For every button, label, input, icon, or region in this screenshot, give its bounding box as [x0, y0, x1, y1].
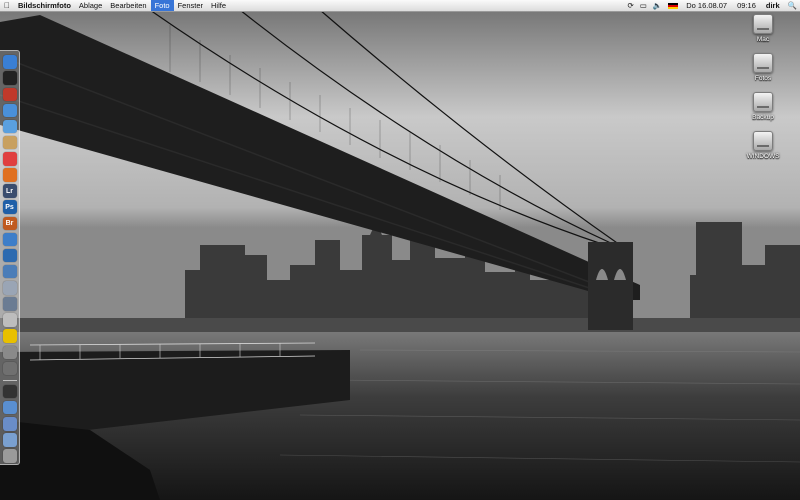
preview-icon[interactable] — [2, 281, 17, 295]
desktop-icon-fotos[interactable]: Fotos — [743, 53, 783, 82]
menu-app-name[interactable]: Bildschirmfoto — [14, 0, 75, 11]
photoshop-icon[interactable]: Ps — [2, 200, 17, 214]
lightroom-icon[interactable]: Lr — [2, 184, 17, 198]
menu-hilfe[interactable]: Hilfe — [207, 0, 230, 11]
ical-icon[interactable] — [2, 152, 17, 166]
apple-icon[interactable]:  — [0, 0, 14, 11]
safari-icon[interactable] — [2, 119, 17, 134]
dashboard-icon[interactable] — [2, 71, 17, 85]
desktop-icon-label: WINDOWS — [746, 153, 780, 160]
menu-bar:  Bildschirmfoto Ablage Bearbeiten Foto … — [0, 0, 800, 12]
calculator-icon[interactable] — [2, 361, 17, 376]
desktop-icon-label: Backup — [752, 114, 774, 121]
ftp-icon[interactable] — [2, 329, 17, 343]
text-edit-icon[interactable] — [2, 313, 17, 327]
terminal-icon[interactable] — [2, 384, 17, 399]
itunes-icon[interactable] — [2, 87, 17, 102]
hard-drive-icon — [753, 92, 773, 112]
dock-separator — [2, 379, 17, 381]
volume-icon[interactable]: 🔈 — [650, 0, 665, 11]
display-icon[interactable]: ▭ — [637, 0, 650, 11]
flag-de-icon[interactable] — [668, 2, 679, 9]
chat-icon[interactable] — [2, 264, 17, 279]
desktop-icon-mac[interactable]: Mac — [743, 14, 783, 43]
desktop-icon-label: Mac — [756, 36, 770, 43]
desktop-icon-backup[interactable]: Backup — [743, 92, 783, 121]
menubar-user[interactable]: dirk — [761, 0, 785, 11]
globe-icon[interactable] — [2, 248, 17, 263]
menubar-clock[interactable]: 09:16 — [732, 0, 761, 11]
menu-foto[interactable]: Foto — [150, 0, 174, 11]
spotlight-search-icon[interactable]: 🔍 — [785, 0, 800, 11]
hard-drive-icon — [753, 53, 773, 73]
menu-bearbeiten[interactable]: Bearbeiten — [106, 0, 150, 11]
finder-icon[interactable] — [2, 55, 17, 69]
desktop-icon-windows[interactable]: WINDOWS — [743, 131, 783, 160]
dock: Lr Ps Br — [0, 50, 20, 465]
network-icon[interactable] — [2, 232, 17, 247]
documents-icon[interactable] — [2, 400, 17, 415]
desktop-wallpaper — [0, 0, 800, 500]
trash-icon[interactable] — [2, 449, 17, 463]
mail-icon[interactable] — [2, 103, 17, 118]
hard-drive-icon — [753, 14, 773, 34]
applications-icon[interactable] — [2, 417, 17, 431]
menubar-date[interactable]: Do 16.08.07 — [681, 0, 732, 11]
address-book-icon[interactable] — [2, 135, 17, 150]
firefox-icon[interactable] — [2, 168, 17, 182]
bridge-icon[interactable]: Br — [2, 216, 17, 231]
menu-fenster[interactable]: Fenster — [174, 0, 207, 11]
system-preferences-icon[interactable] — [2, 345, 17, 360]
menu-ablage[interactable]: Ablage — [75, 0, 106, 11]
downloads-icon[interactable] — [2, 433, 17, 447]
desktop-icon-label: Fotos — [754, 75, 772, 82]
hard-drive-icon — [753, 131, 773, 151]
sync-icon[interactable]: ⟳ — [625, 0, 637, 11]
utilities-icon[interactable] — [2, 297, 17, 311]
